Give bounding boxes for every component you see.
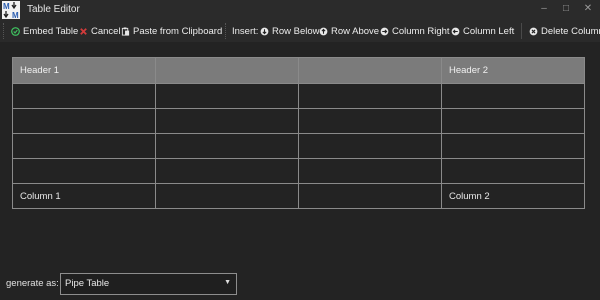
toolbar-separator xyxy=(521,23,522,39)
circle-arrow-icon xyxy=(260,27,269,35)
table-row xyxy=(12,83,585,109)
generate-format-value: Pipe Table xyxy=(65,278,110,289)
table-cell[interactable] xyxy=(441,133,585,159)
chevron-down-icon: ▼ xyxy=(224,279,231,286)
toolbar: Embed Table Cancel Paste from Clipboard … xyxy=(0,20,600,42)
table-cell[interactable] xyxy=(298,108,442,134)
paste-from-clipboard-button[interactable]: Paste from Clipboard xyxy=(121,24,222,38)
table-cell[interactable] xyxy=(298,83,442,109)
table-cell[interactable] xyxy=(441,108,585,134)
row-above-label: Row Above xyxy=(331,25,380,37)
paste-label: Paste from Clipboard xyxy=(133,25,223,37)
delete-column-button[interactable]: Delete Column xyxy=(529,24,600,38)
table-cell[interactable] xyxy=(155,83,299,109)
toolbar-grip[interactable] xyxy=(225,23,228,39)
delete-column-label: Delete Column xyxy=(541,25,600,37)
table-row: Column 1 Column 2 xyxy=(12,183,585,209)
table-cell[interactable] xyxy=(155,133,299,159)
table-cell[interactable] xyxy=(155,158,299,184)
window-title: Table Editor xyxy=(27,4,80,15)
table-cell[interactable] xyxy=(298,57,442,84)
table-cell[interactable] xyxy=(155,57,299,84)
generate-format-select[interactable]: Pipe Table ▼ xyxy=(60,273,237,295)
table-cell[interactable]: Header 1 xyxy=(12,57,156,84)
minimize-icon[interactable]: – xyxy=(535,1,553,17)
table-cell[interactable] xyxy=(441,158,585,184)
insert-row-below-button[interactable]: Row Below xyxy=(260,24,320,38)
table-cell[interactable] xyxy=(298,133,442,159)
table-cell[interactable] xyxy=(155,183,299,209)
circle-arrow-icon xyxy=(380,27,389,35)
table-cell[interactable] xyxy=(12,108,156,134)
row-below-label: Row Below xyxy=(272,25,320,37)
circle-x-icon xyxy=(529,27,538,35)
table-cell[interactable] xyxy=(12,133,156,159)
svg-text:M: M xyxy=(12,11,19,19)
circle-arrow-icon xyxy=(319,27,328,35)
title-bar: M M Table Editor – □ ✕ xyxy=(0,0,600,20)
embed-table-label: Embed Table xyxy=(23,25,79,37)
app-logo-icon: M M xyxy=(2,1,20,19)
insert-column-right-button[interactable]: Column Right xyxy=(380,24,450,38)
svg-text:M: M xyxy=(3,2,10,11)
generate-as-label: generate as: xyxy=(6,278,59,289)
table-cell[interactable] xyxy=(298,158,442,184)
table-cell[interactable] xyxy=(155,108,299,134)
table-cell[interactable] xyxy=(298,183,442,209)
cancel-button[interactable]: Cancel xyxy=(79,24,121,38)
close-icon[interactable]: ✕ xyxy=(579,1,597,17)
table-cell[interactable]: Column 2 xyxy=(441,183,585,209)
column-right-label: Column Right xyxy=(392,25,450,37)
insert-column-left-button[interactable]: Column Left xyxy=(451,24,514,38)
embed-icon xyxy=(11,26,20,36)
table-cell[interactable]: Column 1 xyxy=(12,183,156,209)
table-cell[interactable] xyxy=(12,158,156,184)
table-cell[interactable]: Header 2 xyxy=(441,57,585,84)
clipboard-icon xyxy=(121,26,130,36)
cancel-label: Cancel xyxy=(91,25,121,37)
maximize-icon[interactable]: □ xyxy=(557,1,575,17)
insert-label: Insert: xyxy=(232,25,259,37)
table-row xyxy=(12,133,585,159)
table-cell[interactable] xyxy=(441,83,585,109)
cancel-x-icon xyxy=(80,27,87,35)
table-grid: Header 1 Header 2 Column 1 Column 2 xyxy=(12,57,585,209)
table-row xyxy=(12,108,585,134)
circle-arrow-icon xyxy=(451,27,460,35)
table-cell[interactable] xyxy=(12,83,156,109)
column-left-label: Column Left xyxy=(463,25,515,37)
insert-row-above-button[interactable]: Row Above xyxy=(319,24,379,38)
toolbar-grip[interactable] xyxy=(3,23,6,39)
table-row: Header 1 Header 2 xyxy=(12,57,585,84)
table-row xyxy=(12,158,585,184)
embed-table-button[interactable]: Embed Table xyxy=(11,24,78,38)
